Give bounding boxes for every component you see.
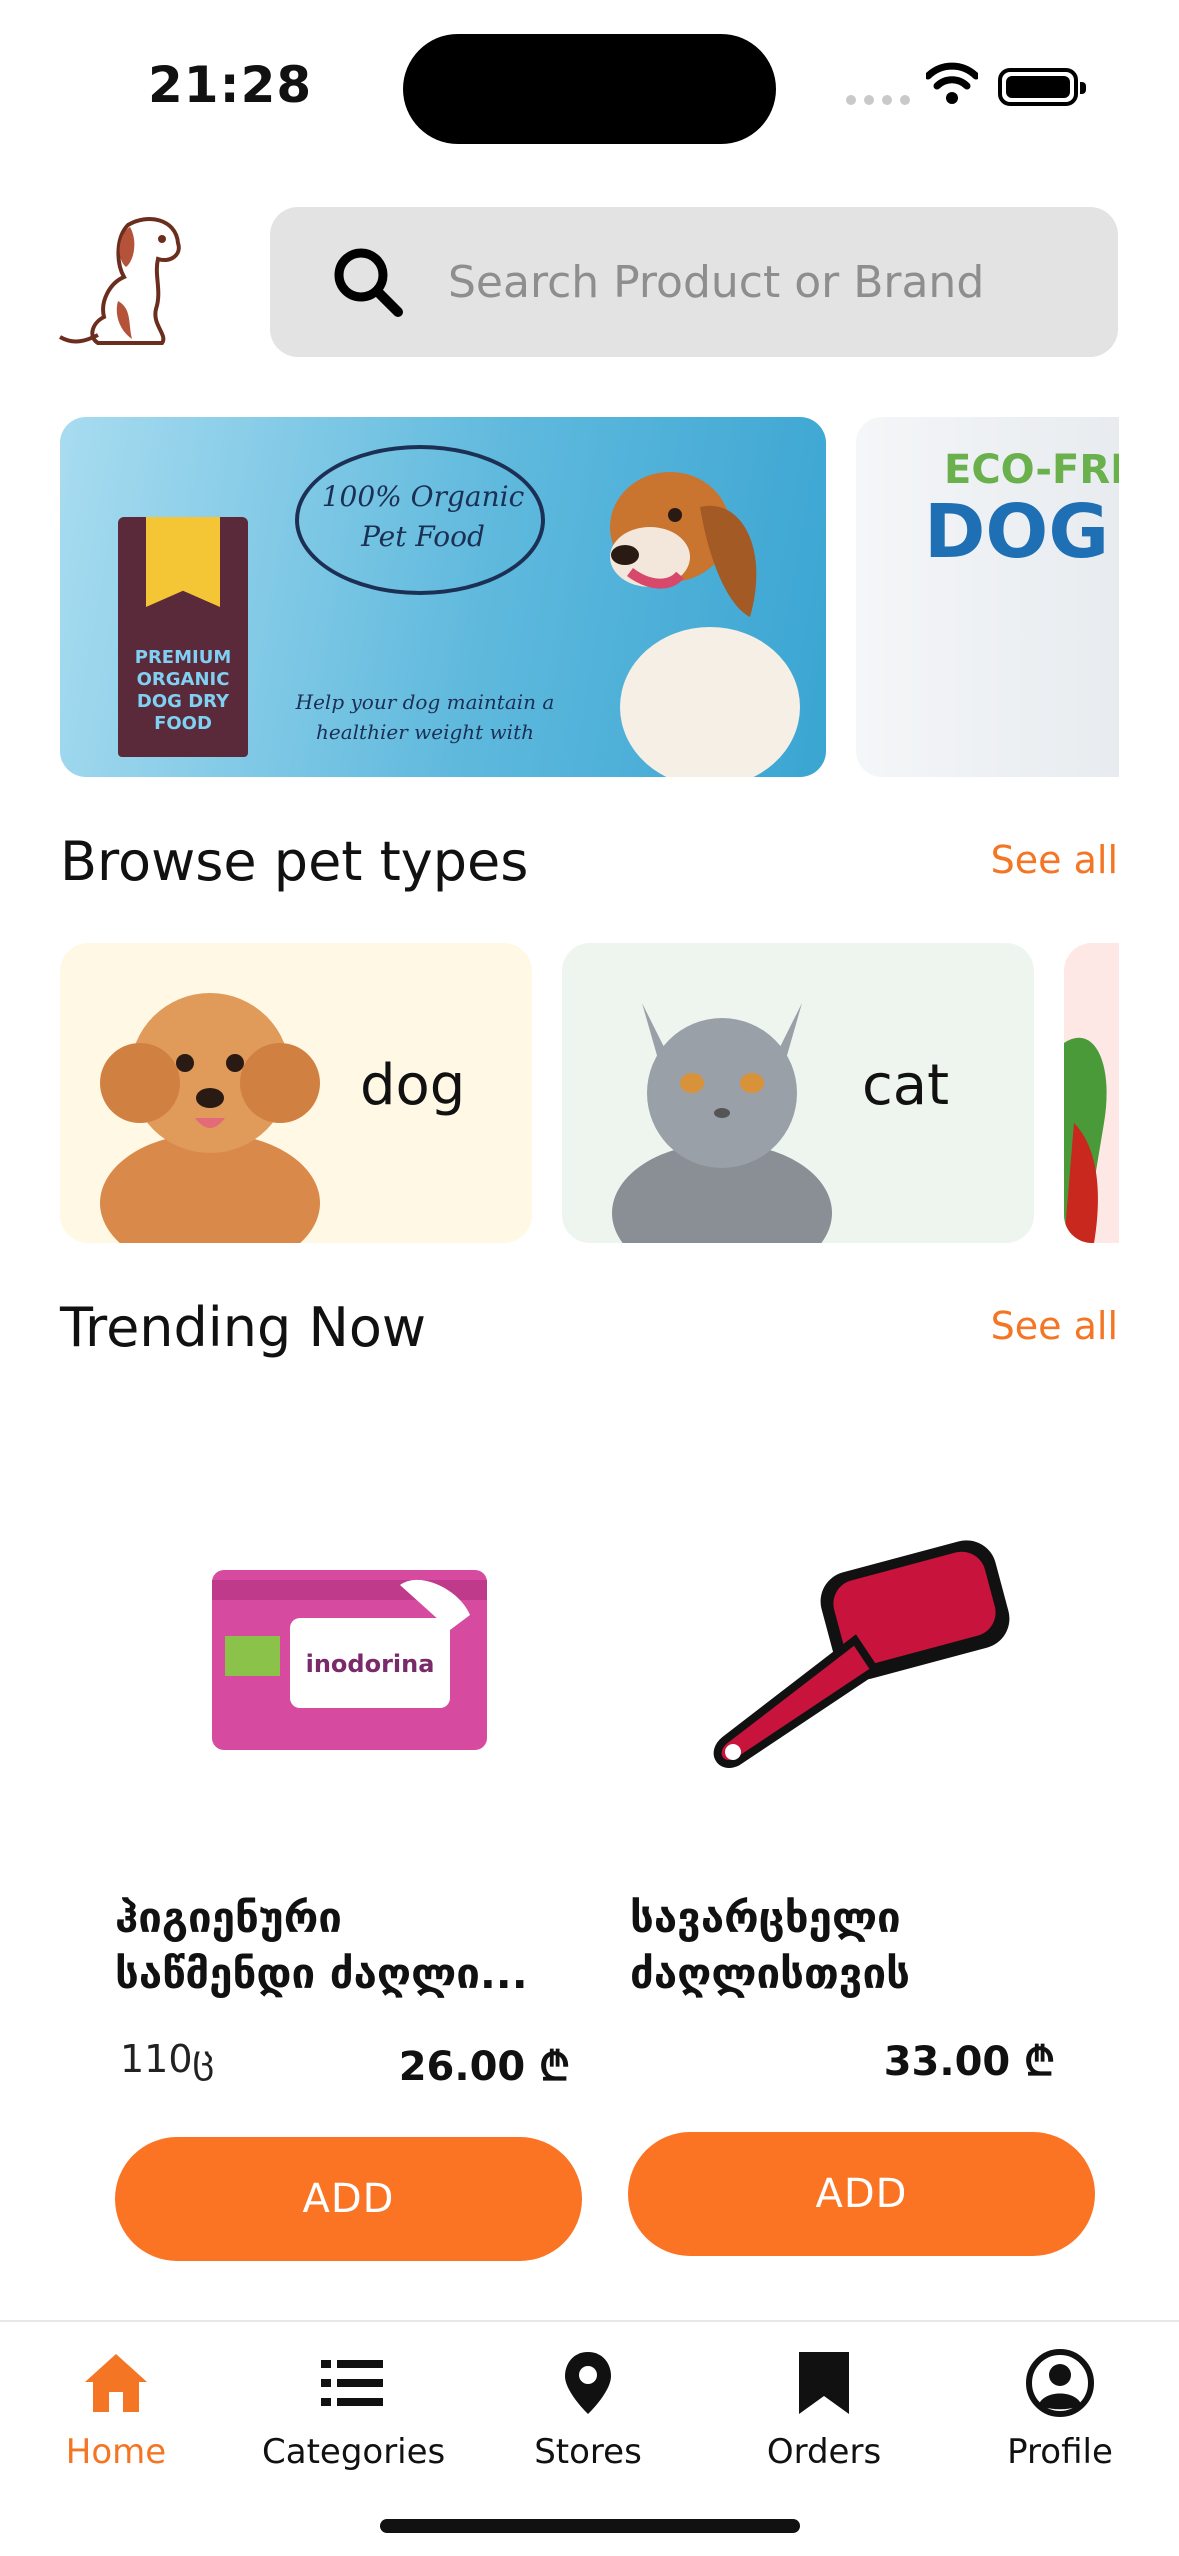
food-bag-image: PREMIUM ORGANIC DOG DRY FOOD <box>118 517 248 757</box>
list-icon <box>321 2360 383 2406</box>
pet-type-card-cat[interactable]: cat <box>562 943 1034 1243</box>
dog-logo-icon <box>59 217 181 345</box>
location-pin-icon <box>565 2352 611 2414</box>
promo-banner-carousel[interactable]: PREMIUM ORGANIC DOG DRY FOOD 100% Organi… <box>60 417 1119 777</box>
home-icon <box>85 2354 147 2412</box>
user-icon <box>1026 2349 1094 2417</box>
banner-tagline: Help your dog maintain a healthier weigh… <box>295 690 555 744</box>
product-weight: 110ც <box>120 2037 215 2081</box>
nav-label: Stores <box>534 2432 642 2472</box>
promo-banner-eco-friendly[interactable]: ECO-FRIE DOG T <box>856 417 1119 777</box>
nav-label: Profile <box>1007 2432 1113 2472</box>
banner2-line1: ECO-FRIE <box>944 447 1119 493</box>
product-price: 26.00 ₾ <box>398 2044 570 2090</box>
trending-see-all-link[interactable]: See all <box>991 1304 1118 1348</box>
status-bar: 21:28 <box>0 0 1179 150</box>
nav-home[interactable]: Home <box>26 2348 206 2472</box>
browse-section-title: Browse pet types <box>60 830 529 893</box>
nav-stores[interactable]: Stores <box>498 2348 678 2472</box>
svg-text:inodorina: inodorina <box>306 1650 435 1678</box>
status-time: 21:28 <box>148 56 313 114</box>
search-bar[interactable] <box>270 207 1118 357</box>
dynamic-island <box>403 34 776 144</box>
pet-type-label: cat <box>862 1053 950 1118</box>
add-to-cart-button[interactable]: ADD <box>628 2132 1095 2256</box>
product-name: ჰიგიენური საწმენდი ძაღლი... <box>115 1893 528 1998</box>
bookmark-icon <box>799 2352 849 2414</box>
wet-wipes-product-image: inodorina <box>212 1570 487 1750</box>
gray-cat-image <box>612 1003 832 1243</box>
poodle-dog-image <box>100 993 320 1243</box>
pet-brush-product-image <box>713 1540 1010 1768</box>
nav-orders[interactable]: Orders <box>734 2348 914 2472</box>
parrot-image <box>1064 1037 1107 1243</box>
wifi-icon <box>926 62 978 104</box>
nav-label: Home <box>65 2432 167 2472</box>
nav-categories[interactable]: Categories <box>262 2348 446 2472</box>
pet-types-carousel[interactable]: dog cat <box>60 943 1119 1243</box>
battery-icon <box>998 68 1086 106</box>
home-indicator <box>380 2519 800 2533</box>
nav-label: Categories <box>262 2432 446 2472</box>
nav-profile[interactable]: Profile <box>970 2348 1150 2472</box>
bag-brand-label <box>146 517 220 607</box>
pet-type-card-dog[interactable]: dog <box>60 943 532 1243</box>
browse-see-all-link[interactable]: See all <box>991 838 1118 882</box>
banner-headline: 100% Organic Pet Food <box>321 480 525 553</box>
pet-type-card-bird[interactable] <box>1064 943 1119 1243</box>
add-to-cart-button[interactable]: ADD <box>115 2137 582 2261</box>
search-input[interactable] <box>448 256 1068 308</box>
cellular-signal-icon <box>846 95 910 105</box>
product-name: სავარცხელი ძაღლისთვის <box>630 1893 910 1998</box>
pet-type-label: dog <box>360 1053 466 1118</box>
beagle-dog-image <box>610 472 800 777</box>
banner2-line2: DOG T <box>924 489 1119 575</box>
nav-label: Orders <box>766 2432 882 2472</box>
product-price: 33.00 ₾ <box>883 2039 1055 2085</box>
promo-banner-organic-food[interactable]: PREMIUM ORGANIC DOG DRY FOOD 100% Organi… <box>60 417 826 777</box>
bag-text: PREMIUM ORGANIC DOG DRY FOOD <box>134 647 232 734</box>
search-icon <box>334 248 403 317</box>
trending-section-title: Trending Now <box>60 1296 427 1359</box>
